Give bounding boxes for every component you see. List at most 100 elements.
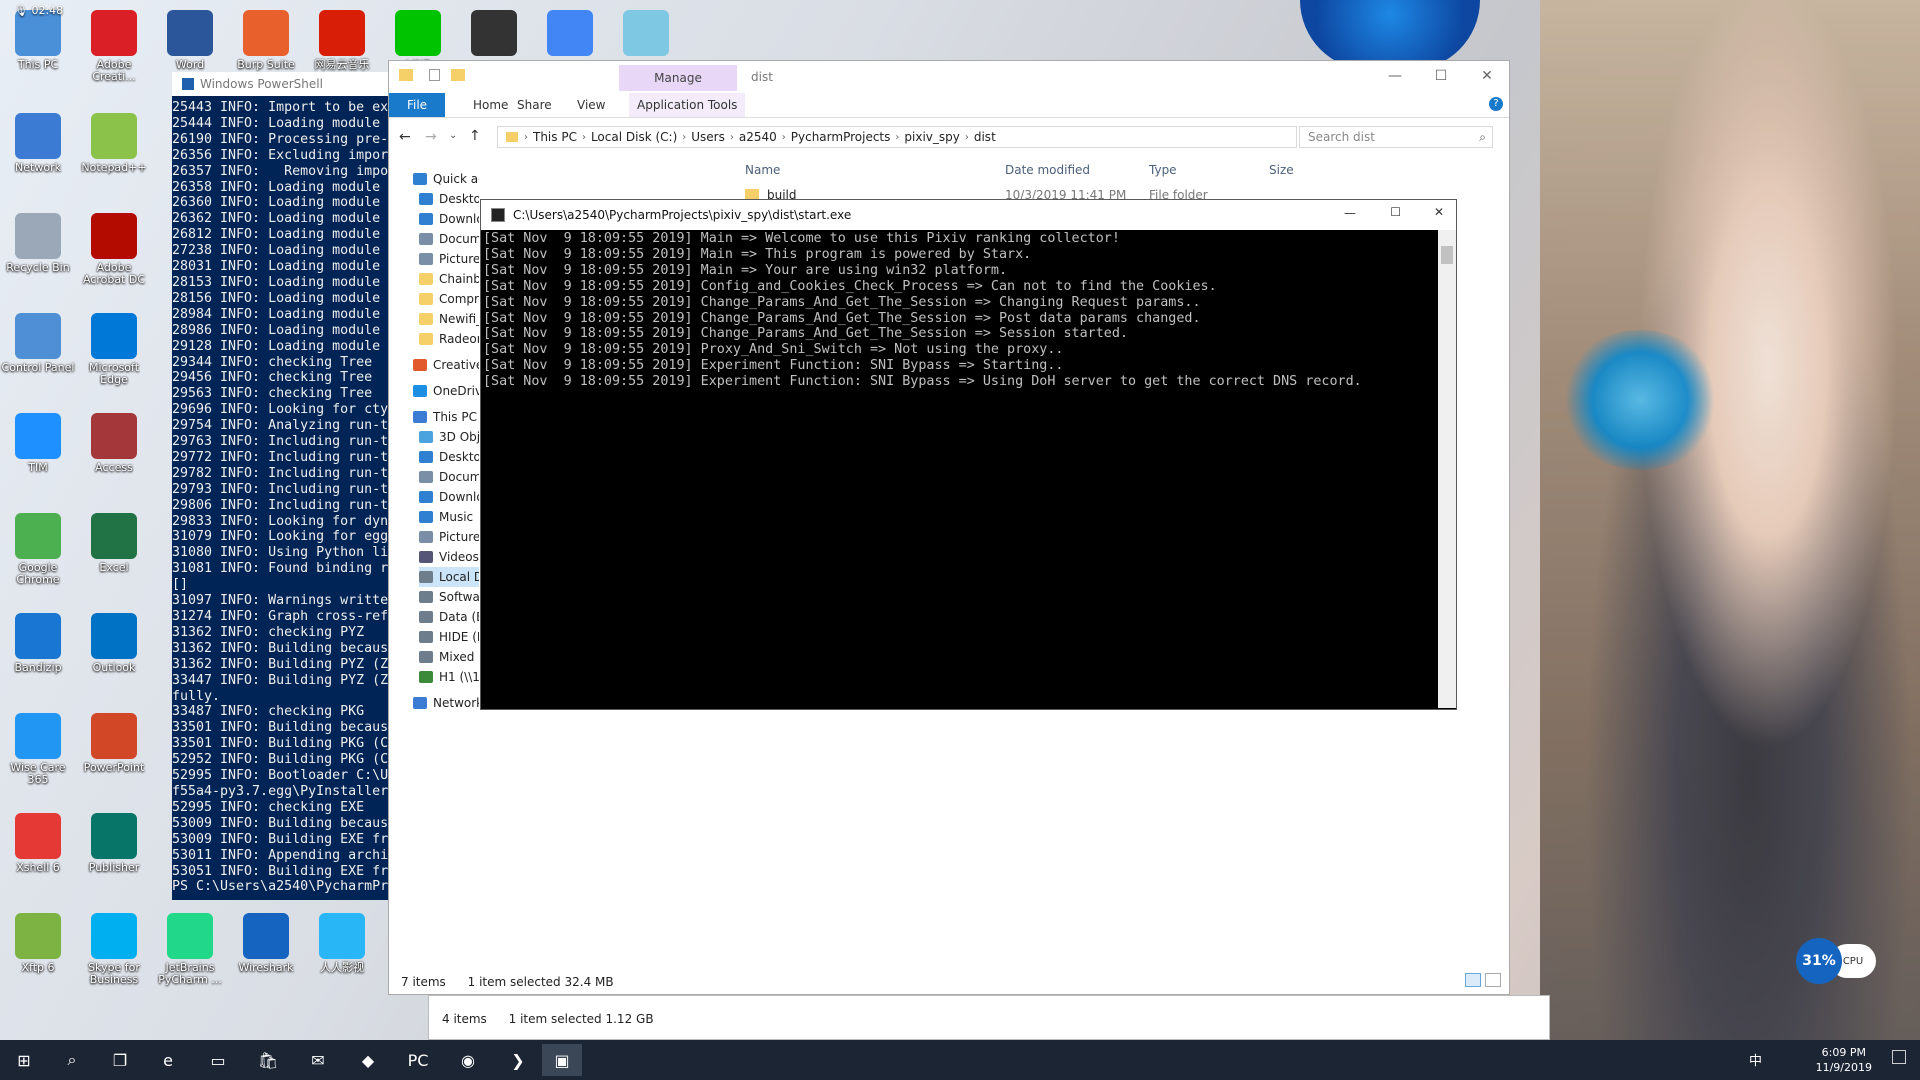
desktop-icon[interactable]: Xshell 6 [0,813,76,874]
search-input[interactable]: Search dist ⌕ [1299,126,1493,148]
edge-icon[interactable]: e [148,1044,188,1076]
column-header-size[interactable]: Size [1269,159,1294,181]
nav-tree-item[interactable]: Documents [419,229,479,249]
breadcrumb-item[interactable]: This PC [533,130,577,144]
console-window[interactable]: C:\Users\a2540\PycharmProjects\pixiv_spy… [480,199,1457,710]
ime-indicator[interactable]: 中 [1749,1050,1762,1069]
nav-tree-item[interactable]: Videos [419,547,479,567]
desktop-icon[interactable]: JetBrains PyCharm ... [152,913,228,986]
desktop-icon[interactable]: Wireshark [228,913,304,974]
desktop-icon[interactable]: Publisher [76,813,152,874]
minimize-button[interactable]: — [1375,65,1415,87]
breadcrumb-separator-icon[interactable]: › [582,132,586,143]
nav-tree-item[interactable]: Downloads [419,487,479,507]
task-view-icon[interactable]: ❐ [100,1044,140,1076]
nav-tree-item[interactable]: Desktop [419,189,479,209]
search-icon[interactable]: ⌕ [52,1044,92,1076]
desktop-icon[interactable]: Skype for Business [76,913,152,986]
nav-tree-item[interactable]: Desktop [419,447,479,467]
nav-tree-item[interactable]: Softwa [419,587,479,607]
desktop-icon[interactable]: Wise Care 365 [0,713,76,786]
nav-tree-item[interactable]: This PC [413,407,479,427]
nav-tree-item[interactable]: OneDrive [413,381,479,401]
help-icon[interactable]: ? [1489,97,1503,111]
console-titlebar[interactable]: C:\Users\a2540\PycharmProjects\pixiv_spy… [481,200,1456,230]
nav-tree-item[interactable]: Radeon [419,329,479,349]
column-header-date-modified[interactable]: Date modified [1005,159,1090,181]
up-arrow-icon[interactable]: ↑ [469,128,481,144]
back-arrow-icon[interactable]: ← [399,129,411,145]
nav-tree-item[interactable]: Documents [419,467,479,487]
tab-file[interactable]: File [389,93,445,117]
desktop-icon[interactable]: Word [152,10,228,71]
cpu-percent[interactable]: 31% [1796,938,1842,984]
details-view-icon[interactable] [1465,973,1481,987]
file-explorer-icon[interactable]: ▭ [198,1044,238,1076]
breadcrumb-item[interactable]: Local Disk (C:) [591,130,677,144]
forward-arrow-icon[interactable]: → [425,129,437,145]
desktop-icon[interactable]: Microsoft Edge [76,313,152,386]
system-clock[interactable]: 6:09 PM 11/9/2019 [1816,1045,1872,1075]
store-icon[interactable]: 🛍 [248,1044,288,1076]
breadcrumb-separator-icon[interactable]: › [730,132,734,143]
desktop-icon[interactable]: Recycle Bin [0,213,76,274]
desktop-icon[interactable]: TIM [0,413,76,474]
scrollbar-thumb[interactable] [1441,246,1453,264]
breadcrumb-separator-icon[interactable]: › [895,132,899,143]
maximize-button[interactable]: ☐ [1421,65,1461,87]
mail-icon[interactable]: ✉ [298,1044,338,1076]
desktop-icon[interactable]: Adobe Creati... [76,10,152,83]
nav-tree-item[interactable]: Music [419,507,479,527]
nav-tree-item[interactable]: 3D Obj [419,427,479,447]
powershell-titlebar[interactable]: Windows PowerShell [172,72,394,96]
tab-view[interactable]: View [577,93,605,117]
column-header-name[interactable]: Name [745,159,780,181]
desktop-icon[interactable]: Excel [76,513,152,574]
desktop-icon[interactable]: Google Chrome [0,513,76,586]
powershell-icon[interactable]: ❯ [498,1044,538,1076]
recent-locations-icon[interactable]: ⌄ [449,130,457,141]
nav-tree-item[interactable]: Local D [419,567,479,587]
close-button[interactable]: ✕ [1467,65,1507,87]
desktop-icon[interactable]: 网易云音乐 [304,10,380,71]
nav-tree-item[interactable]: Downloads [419,209,479,229]
breadcrumb-separator-icon[interactable]: › [682,132,686,143]
address-bar[interactable]: › This PC › Local Disk (C:) › Users › a2540 › Pyc… [497,126,1297,148]
desktop-icon[interactable]: Network [0,113,76,174]
desktop-icon[interactable]: Control Panel [0,313,76,374]
tab-share[interactable]: Share [517,93,552,117]
nav-tree-item[interactable]: Pictures [419,527,479,547]
quick-access-toolbar-properties-icon[interactable] [429,69,440,81]
desktop-icon[interactable]: This PC [0,10,76,71]
tab-application-tools[interactable]: Application Tools [629,93,746,117]
console-scrollbar[interactable] [1438,230,1456,708]
breadcrumb-item[interactable]: Users [691,130,725,144]
console-minimize-button[interactable]: — [1344,206,1356,220]
desktop-icon[interactable]: Outlook [76,613,152,674]
notification-icon[interactable] [1892,1050,1906,1064]
start-icon[interactable]: ⊞ [4,1044,44,1076]
desktop-icon[interactable]: 人人影视 [304,913,380,974]
nav-tree-item[interactable]: Quick access [413,169,479,189]
nav-tree-item[interactable]: Creative [413,355,479,375]
desktop-icon[interactable] [532,10,608,59]
large-icons-view-icon[interactable] [1485,973,1501,987]
breadcrumb-separator-icon[interactable]: › [524,132,528,143]
nav-tree-item[interactable]: Mixed (G:) [419,647,479,667]
nav-tree-item[interactable]: Newifi_ [419,309,479,329]
console-app-icon[interactable]: ▣ [542,1044,582,1076]
desktop-icon[interactable]: Notepad++ [76,113,152,174]
nav-tree-item[interactable]: Network [413,693,479,713]
desktop-icon[interactable]: Burp Suite [228,10,304,71]
breadcrumb-separator-icon[interactable]: › [782,132,786,143]
manage-tab[interactable]: Manage [619,65,737,91]
nav-tree-item[interactable]: HIDE (F:) [419,627,479,647]
desktop-icon[interactable]: Bandizip [0,613,76,674]
nav-tree-item[interactable]: Pictures [419,249,479,269]
pycharm-icon[interactable]: PC [398,1044,438,1076]
breadcrumb-item[interactable]: pixiv_spy [904,130,959,144]
nav-tree-item[interactable]: H1 (\\192.168.31.14) (K:) [419,667,479,687]
explorer-titlebar[interactable]: Manage dist — ☐ ✕ [389,61,1509,91]
quick-access-toolbar-folder-icon[interactable] [399,69,413,81]
console-close-button[interactable]: ✕ [1434,205,1444,219]
